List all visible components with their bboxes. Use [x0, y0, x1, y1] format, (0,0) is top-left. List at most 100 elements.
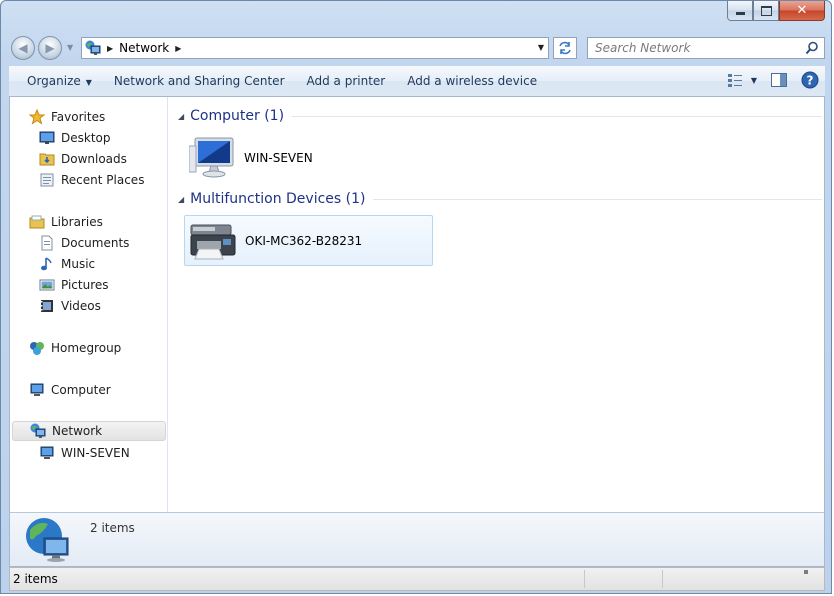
nav-label: Documents: [61, 236, 130, 250]
item-win-seven[interactable]: WIN-SEVEN: [184, 132, 433, 183]
caption-buttons: ✕: [727, 1, 825, 21]
back-button[interactable]: ◀: [11, 36, 35, 60]
address-dropdown-icon[interactable]: ▼: [538, 43, 544, 52]
item-oki-printer[interactable]: OKI-MC362-B28231: [184, 215, 433, 266]
nav-documents[interactable]: Documents: [10, 233, 129, 253]
nav-label: WIN-SEVEN: [61, 446, 130, 460]
pictures-icon: [39, 277, 55, 293]
close-icon: ✕: [796, 3, 808, 18]
back-arrow-icon: ◀: [18, 41, 28, 55]
organize-button[interactable]: Organize ▼: [9, 74, 103, 88]
nav-label: Videos: [61, 299, 101, 313]
computer-icon: [39, 445, 55, 461]
details-item-count: 2 items: [90, 521, 135, 535]
organize-dropdown-icon: ▼: [85, 78, 92, 87]
add-printer-button[interactable]: Add a printer: [296, 74, 397, 88]
file-list[interactable]: ◢ Computer (1) WIN-SEVEN ◢ Multifunction…: [170, 97, 824, 512]
group-header-computer[interactable]: ◢ Computer (1): [178, 108, 822, 124]
nav-label: Downloads: [61, 152, 127, 166]
svg-text:?: ?: [807, 74, 814, 88]
status-divider: [584, 570, 585, 588]
refresh-button[interactable]: [553, 37, 577, 59]
nav-label: Desktop: [61, 131, 111, 145]
nav-label: Libraries: [51, 215, 103, 229]
nav-pictures[interactable]: Pictures: [10, 275, 109, 295]
nav-computer[interactable]: Computer: [10, 380, 111, 400]
address-bar[interactable]: ▶ Network ▶ ▼: [81, 37, 549, 59]
details-pane: 2 items: [9, 512, 825, 567]
nav-music[interactable]: Music: [10, 254, 95, 274]
minimize-button[interactable]: [727, 1, 753, 21]
nav-recent-places[interactable]: Recent Places: [10, 170, 144, 190]
nav-network[interactable]: Network: [12, 421, 166, 441]
search-input[interactable]: [593, 38, 797, 58]
status-divider: [662, 570, 663, 588]
group-title: Multifunction Devices (1): [190, 191, 366, 207]
printer-icon: [189, 217, 237, 265]
network-icon: [85, 40, 101, 55]
change-view-button[interactable]: ▼: [727, 73, 757, 87]
preview-pane-icon[interactable]: [771, 73, 787, 87]
close-button[interactable]: ✕: [779, 1, 825, 21]
breadcrumb-network[interactable]: Network: [119, 41, 169, 55]
videos-icon: [39, 298, 55, 314]
desktop-icon: [39, 130, 55, 146]
status-item-count: 2 items: [13, 572, 58, 586]
minimize-icon: [735, 12, 745, 15]
nav-favorites[interactable]: Favorites: [10, 107, 105, 127]
forward-button[interactable]: ▶: [38, 36, 62, 60]
group-divider: [373, 198, 822, 200]
collapse-triangle-icon[interactable]: ◢: [178, 195, 184, 204]
maximize-button[interactable]: [753, 1, 779, 21]
search-icon[interactable]: [805, 41, 819, 55]
help-icon[interactable]: ?: [801, 71, 819, 89]
group-header-multifunction[interactable]: ◢ Multifunction Devices (1): [178, 191, 822, 207]
breadcrumb-separator-icon[interactable]: ▶: [107, 44, 113, 53]
recent-pages-dropdown-icon[interactable]: ▼: [67, 43, 73, 52]
computer-icon: [188, 134, 236, 182]
music-icon: [39, 256, 55, 272]
star-icon: [29, 109, 45, 125]
nav-downloads[interactable]: Downloads: [10, 149, 127, 169]
network-sharing-center-button[interactable]: Network and Sharing Center: [103, 74, 296, 88]
nav-label: Music: [61, 257, 96, 271]
maximize-icon: [760, 5, 772, 16]
nav-libraries[interactable]: Libraries: [10, 212, 103, 232]
forward-arrow-icon: ▶: [45, 41, 55, 55]
collapse-triangle-icon[interactable]: ◢: [178, 112, 184, 121]
item-label: OKI-MC362-B28231: [245, 233, 363, 248]
refresh-icon: [559, 41, 571, 55]
item-label: WIN-SEVEN: [244, 150, 313, 165]
nav-label: Computer: [51, 383, 111, 397]
toolbar-right: ▼ ?: [727, 71, 819, 89]
network-icon: [30, 423, 46, 439]
organize-label: Organize: [27, 74, 81, 88]
resize-grip-icon[interactable]: [804, 570, 808, 574]
explorer-window: ✕ ◀ ▶ ▼ ▶ Network ▶ ▼ Search Network Org…: [0, 0, 832, 594]
status-bar: 2 items: [9, 567, 825, 591]
nav-win-seven[interactable]: WIN-SEVEN: [10, 443, 130, 463]
computer-icon: [29, 382, 45, 398]
add-wireless-device-button[interactable]: Add a wireless device: [396, 74, 548, 88]
network-globe-icon: [26, 518, 69, 562]
nav-label: Recent Places: [61, 173, 145, 187]
breadcrumb-chevron-icon[interactable]: ▶: [175, 44, 181, 53]
group-divider: [292, 115, 822, 117]
view-options-icon: [727, 74, 742, 87]
nav-label: Pictures: [61, 278, 109, 292]
search-box[interactable]: [587, 37, 825, 59]
nav-label: Homegroup: [51, 341, 122, 355]
homegroup-icon: [29, 340, 45, 356]
nav-label: Network: [52, 424, 103, 438]
content-area: Favorites Desktop Downloads Recent Place…: [9, 97, 825, 512]
navigation-pane[interactable]: Favorites Desktop Downloads Recent Place…: [10, 97, 168, 512]
nav-desktop[interactable]: Desktop: [10, 128, 111, 148]
nav-videos[interactable]: Videos: [10, 296, 101, 316]
libraries-icon: [29, 214, 45, 230]
group-title: Computer (1): [190, 108, 285, 124]
nav-homegroup[interactable]: Homegroup: [10, 338, 121, 358]
nav-label: Favorites: [51, 110, 106, 124]
downloads-folder-icon: [39, 151, 55, 167]
recent-places-icon: [39, 172, 55, 188]
documents-icon: [39, 235, 55, 251]
